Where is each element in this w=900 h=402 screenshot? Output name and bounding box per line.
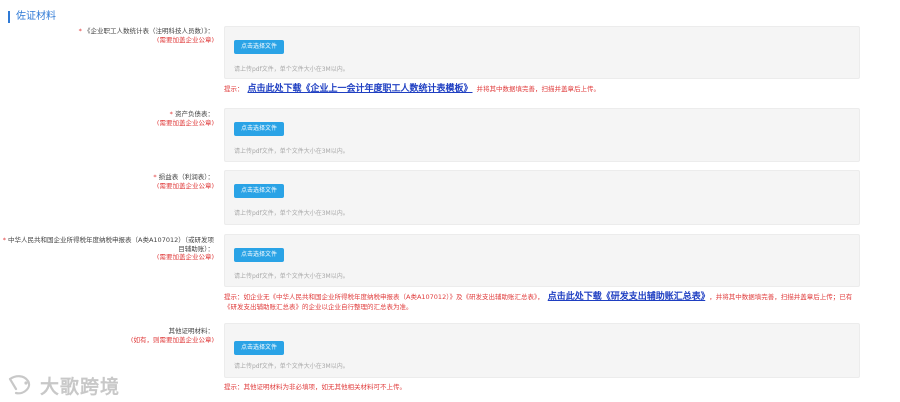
upload-hint: 请上传pdf文件，单个文件大小在3M以内。 [234, 148, 349, 155]
tip-tax-return: 提示：如企业无《中华人民共和国企业所得税年度纳税申报表（A类A107012）》及… [224, 292, 864, 312]
row-sublabel: (需要加盖企业公章) [156, 35, 214, 44]
watermark-text: 大歌跨境 [40, 376, 121, 398]
choose-file-button[interactable]: 点击选择文件 [234, 341, 284, 355]
watermark: 大歌跨境 [6, 372, 120, 399]
row-label-text: 资产负债表： [175, 110, 214, 118]
upload-hint: 请上传pdf文件，单个文件大小在3M以内。 [234, 273, 349, 280]
tip-prefix: 提示： [224, 85, 244, 93]
row-label-tax-return: * 中华人民共和国企业所得税年度纳税申报表（A类A107012）（或研发项目辅助… [0, 236, 214, 262]
tip-staff-stats: 提示： 点击此处下载《企业上一会计年度职工人数统计表模板》 并将其中数据填完善，扫描… [224, 84, 600, 94]
upload-area-staff-stats[interactable]: 点击选择文件 请上传pdf文件，单个文件大小在3M以内。 [224, 26, 860, 79]
section-title: 佐证材料 [8, 11, 56, 23]
choose-file-button[interactable]: 点击选择文件 [234, 184, 284, 198]
upload-hint: 请上传pdf文件，单个文件大小在3M以内。 [234, 210, 349, 217]
row-label-balance-sheet: * 资产负债表： (需要加盖企业公章) [157, 110, 214, 127]
tip-other-materials: 提示：其他证明材料为非必填项，如无其他相关材料可不上传。 [224, 383, 406, 391]
upload-hint: 请上传pdf文件，单个文件大小在3M以内。 [234, 363, 349, 370]
row-sublabel: (需要加盖企业公章) [156, 181, 214, 190]
tip-suffix: 并将其中数据填完善，扫描并盖章后上传。 [476, 85, 601, 93]
upload-area-other-materials[interactable]: 点击选择文件 请上传pdf文件，单个文件大小在3M以内。 [224, 323, 860, 378]
row-sublabel: (需要加盖企业公章) [156, 253, 214, 261]
choose-file-button[interactable]: 点击选择文件 [234, 40, 284, 54]
row-label-text: 损益表（利润表）： [158, 173, 214, 181]
row-label-staff-stats: * 《企业职工人数统计表（注明科技人员数）》： (需要加盖企业公章) [79, 27, 214, 44]
watermark-logo-icon [8, 374, 31, 394]
choose-file-button[interactable]: 点击选择文件 [234, 122, 284, 136]
download-rd-summary-link[interactable]: 点击此处下载《研发支出辅助账汇总表》 [548, 292, 706, 302]
row-label-text: 其他证明材料： [168, 327, 215, 335]
choose-file-button[interactable]: 点击选择文件 [234, 248, 284, 262]
row-label-income-statement: * 损益表（利润表）： (需要加盖企业公章) [153, 173, 214, 190]
upload-area-balance-sheet[interactable]: 点击选择文件 请上传pdf文件，单个文件大小在3M以内。 [224, 108, 860, 162]
row-label-other-materials: 其他证明材料： (如有，则需要加盖企业公章) [131, 327, 214, 344]
row-label-text: 《企业职工人数统计表（注明科技人员数）》： [84, 27, 214, 35]
upload-area-income-statement[interactable]: 点击选择文件 请上传pdf文件，单个文件大小在3M以内。 [224, 170, 860, 225]
row-label-text: 中华人民共和国企业所得税年度纳税申报表（A类A107012）（或研发项目辅助账）… [8, 236, 214, 253]
row-sublabel: (需要加盖企业公章) [156, 118, 214, 127]
download-staff-template-link[interactable]: 点击此处下载《企业上一会计年度职工人数统计表模板》 [248, 84, 473, 94]
tip-prefix: 提示：如企业无《中华人民共和国企业所得税年度纳税申报表（A类A107012）》及… [224, 293, 544, 301]
upload-area-tax-return[interactable]: 点击选择文件 请上传pdf文件，单个文件大小在3M以内。 [224, 234, 860, 287]
upload-hint: 请上传pdf文件，单个文件大小在3M以内。 [234, 66, 349, 73]
row-sublabel: (如有，则需要加盖企业公章) [130, 335, 214, 344]
